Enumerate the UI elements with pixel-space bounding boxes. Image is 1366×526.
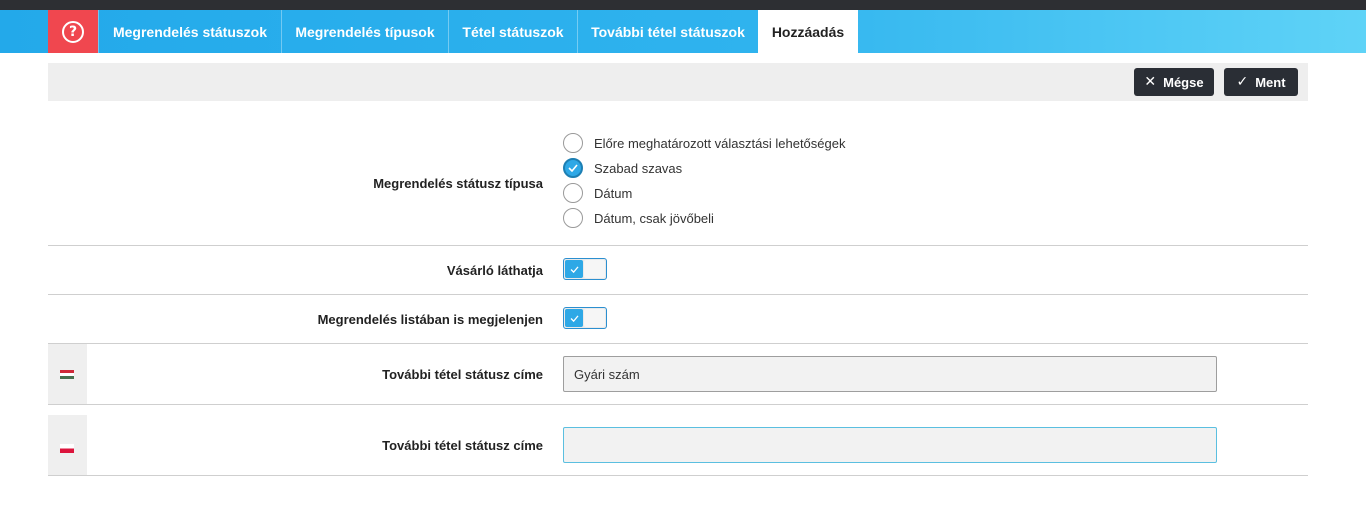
title-pl-input[interactable] [563,427,1217,463]
help-button[interactable]: ? [48,10,98,53]
radio-option-free-text[interactable]: Szabad szavas [563,157,682,179]
radio-option-label: Szabad szavas [594,160,683,176]
language-cell-pl [48,415,87,475]
tab-item-statuses[interactable]: Tétel státuszok [448,10,577,53]
radio-option-label: Előre meghatározott választási lehetőség… [594,135,846,151]
save-button[interactable]: ✓ Ment [1224,68,1298,96]
cancel-button[interactable]: ✕ Mégse [1134,68,1214,96]
toggle-knob [584,309,605,327]
title-hu-label: További tétel státusz címe [382,367,543,382]
tab-order-types[interactable]: Megrendelés típusok [281,10,448,53]
radio-button[interactable] [563,183,583,203]
radio-option-future-date[interactable]: Dátum, csak jövőbeli [563,207,714,229]
check-icon [568,164,578,172]
close-icon: ✕ [1144,74,1157,90]
divider [48,404,1308,405]
divider [48,245,1308,246]
tab-additional-item-statuses[interactable]: További tétel státuszok [577,10,758,53]
status-type-label: Megrendelés státusz típusa [373,176,543,191]
radio-option-label: Dátum [594,185,633,201]
divider [48,475,1308,476]
show-in-list-label: Megrendelés listában is megjelenjen [317,312,543,327]
radio-option-predefined[interactable]: Előre meghatározott választási lehetőség… [563,132,845,154]
check-icon [570,314,579,322]
radio-button-checked[interactable] [563,158,583,178]
cancel-button-label: Mégse [1163,74,1204,90]
language-cell-hu [48,344,87,404]
radio-option-label: Dátum, csak jövőbeli [594,210,714,226]
check-icon: ✓ [1236,74,1249,90]
hungarian-flag-icon [60,370,74,379]
action-toolbar: ✕ Mégse ✓ Ment [48,63,1308,101]
toggle-on-indicator [565,260,583,278]
question-circle-icon: ? [62,20,84,43]
customer-visible-label: Vásárló láthatja [446,263,543,278]
divider [48,343,1308,344]
tab-bar: ? Megrendelés státuszok Megrendelés típu… [0,10,1366,53]
divider [48,294,1308,295]
save-button-label: Ment [1255,74,1286,90]
window-top-strip [0,0,1366,10]
radio-option-date[interactable]: Dátum [563,182,632,204]
check-icon [570,265,579,273]
tab-order-statuses[interactable]: Megrendelés státuszok [98,10,281,53]
show-in-list-toggle[interactable] [563,307,607,329]
title-hu-input[interactable] [563,356,1217,392]
radio-button[interactable] [563,208,583,228]
radio-button[interactable] [563,133,583,153]
toggle-knob [584,260,605,278]
title-pl-label: További tétel státusz címe [382,438,543,453]
toggle-on-indicator [565,309,583,327]
polish-flag-icon [60,444,74,453]
customer-visible-toggle[interactable] [563,258,607,280]
tab-add[interactable]: Hozzáadás [758,10,858,53]
